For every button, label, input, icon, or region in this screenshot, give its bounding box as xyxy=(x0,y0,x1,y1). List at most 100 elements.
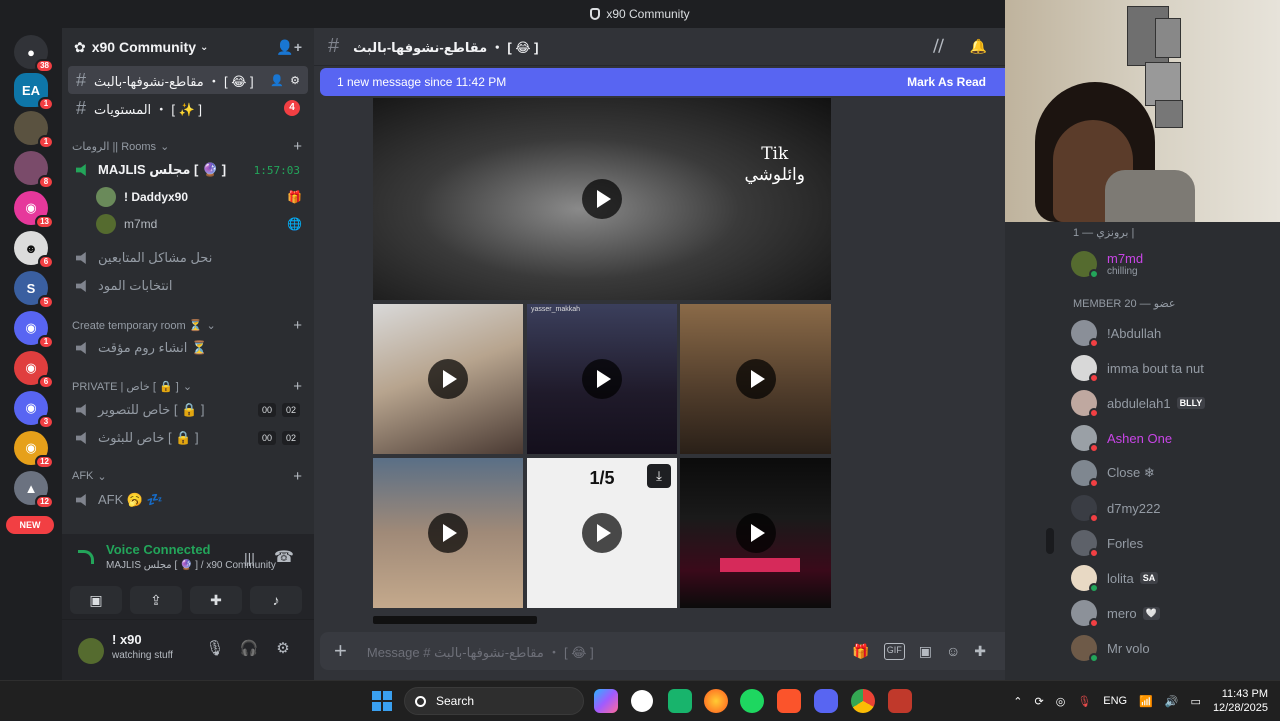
voice-channel-majlis[interactable]: MAJLIS مجلس [ 🔮 ] 1:57:03 xyxy=(68,156,308,184)
video-attachment[interactable]: yasser_makkah xyxy=(527,304,677,454)
voice-channel-support[interactable]: نحل مشاكل المتابعين xyxy=(68,244,308,272)
battery-icon[interactable]: ▭ xyxy=(1191,695,1201,708)
volume-icon[interactable]: 🔊 xyxy=(1165,695,1179,708)
member-item[interactable]: abdulelah1 BLLY xyxy=(1071,387,1271,419)
server-icon[interactable]: ☻ 6 xyxy=(14,231,54,269)
member-item[interactable]: imma bout ta nut xyxy=(1071,352,1271,384)
server-icon[interactable]: S5 xyxy=(14,271,54,309)
chrome-icon[interactable] xyxy=(851,689,875,713)
gift-icon[interactable]: 🎁 xyxy=(852,643,869,660)
create-channel-icon[interactable]: + xyxy=(293,138,302,155)
headphones-icon[interactable]: 🎧 xyxy=(238,638,260,660)
chevron-up-icon[interactable]: ⌃ xyxy=(1013,695,1022,708)
voice-channel-afk[interactable]: AFK 🥱 💤 xyxy=(68,486,308,514)
soundboard-button[interactable]: ♪ xyxy=(250,586,302,614)
obs-icon[interactable] xyxy=(631,690,653,712)
member-item[interactable]: lolita SA xyxy=(1071,562,1271,594)
server-icon[interactable]: ▲ 12 xyxy=(14,471,54,509)
screen-share-button[interactable]: ⇪ xyxy=(130,586,182,614)
video-attachment[interactable]: Tik وائلوشي xyxy=(373,98,831,300)
camera-off-button[interactable]: ▣ xyxy=(70,586,122,614)
chat-scrollbar[interactable] xyxy=(1046,528,1054,554)
message-composer[interactable]: + Message # مقاطع-نشوفها-بالبث ・ [ 😂 ] 🎁… xyxy=(320,632,1005,670)
play-button[interactable] xyxy=(735,513,776,553)
play-button[interactable] xyxy=(582,179,622,219)
app-icon[interactable] xyxy=(888,689,912,713)
member-item[interactable]: d7my222 xyxy=(1071,492,1271,524)
user-status[interactable]: watching stuff xyxy=(112,650,173,661)
server-header[interactable]: ✿ x90 Community ⌄ 👤+ xyxy=(62,28,314,66)
new-messages-bar[interactable]: 1 new message since 11:42 PM Mark As Rea… xyxy=(320,68,1005,96)
disconnect-icon[interactable]: ☎ xyxy=(274,547,294,567)
channel-item-levels[interactable]: # المستويات ・ [ ✨ ] 4 xyxy=(68,94,308,122)
server-icon[interactable]: ◉ 3 xyxy=(14,391,54,429)
clock[interactable]: 11:43 PM 12/28/2025 xyxy=(1213,687,1268,715)
direct-messages-button[interactable]: ● 38 xyxy=(14,35,54,73)
gif-icon[interactable]: GIF xyxy=(883,642,905,660)
server-icon[interactable]: 1 xyxy=(14,111,54,149)
microphone-icon[interactable]: 🎙 xyxy=(1077,695,1091,708)
video-attachment[interactable] xyxy=(680,304,831,454)
member-item[interactable]: Ashen One xyxy=(1071,422,1271,454)
play-button[interactable] xyxy=(582,359,622,399)
member-item[interactable]: !Abdullah xyxy=(1071,317,1271,349)
video-attachment[interactable]: 1/5 ⤓ xyxy=(527,458,677,608)
play-button[interactable] xyxy=(582,513,622,553)
start-button[interactable] xyxy=(372,691,392,711)
member-item[interactable]: Close ❄ xyxy=(1071,457,1271,489)
create-channel-icon[interactable]: + xyxy=(293,378,302,395)
message-input[interactable]: Message # مقاطع-نشوفها-بالبث ・ [ 😂 ] xyxy=(367,642,594,661)
server-icon[interactable]: ◉ 12 xyxy=(14,431,54,469)
download-icon[interactable]: ⤓ xyxy=(647,464,671,488)
category-rooms[interactable]: الرومات || Rooms ⌄ + xyxy=(72,138,302,155)
play-button[interactable] xyxy=(735,359,776,399)
member-item[interactable]: Forles xyxy=(1071,527,1271,559)
create-channel-icon[interactable]: + xyxy=(293,468,302,485)
server-icon[interactable]: ◉ 6 xyxy=(14,351,54,389)
user-name[interactable]: ! x90 xyxy=(112,632,142,647)
voice-status[interactable]: Voice Connected xyxy=(106,542,211,557)
language-indicator[interactable]: ENG xyxy=(1103,695,1127,707)
steam-icon[interactable]: ◎ xyxy=(1056,695,1066,708)
create-channel-icon[interactable]: + xyxy=(293,317,302,334)
category-temporary[interactable]: Create temporary room ⏳ ⌄ + xyxy=(72,317,302,334)
voice-channel-private-stream[interactable]: خاص للبثوث [ 🔒 ] 00 02 xyxy=(68,424,308,452)
activities-button[interactable]: ✚ xyxy=(190,586,242,614)
server-icon[interactable]: 8 xyxy=(14,151,54,189)
voice-channel-create-temp[interactable]: انشاء روم مؤقت ⏳ xyxy=(68,334,308,362)
channel-item-clips[interactable]: # مقاطع-نشوفها-بالبث ・ [ 😂 ] 👤 ⚙ xyxy=(68,66,308,94)
member-item[interactable]: mero 🤍 xyxy=(1071,597,1271,629)
mark-as-read-button[interactable]: Mark As Read xyxy=(907,75,986,89)
microphone-icon[interactable]: 🎙 xyxy=(204,638,226,660)
threads-icon[interactable]: ⧸⧸ xyxy=(933,38,943,55)
taskbar-search[interactable]: Search xyxy=(404,687,584,715)
server-icon[interactable]: EA 1 xyxy=(14,73,54,111)
gear-icon[interactable]: ⚙ xyxy=(272,638,294,660)
play-button[interactable] xyxy=(428,359,468,399)
play-button[interactable] xyxy=(428,513,468,553)
app-icon[interactable] xyxy=(668,689,692,713)
discord-icon[interactable] xyxy=(814,689,838,713)
voice-channel-private-record[interactable]: خاص للتصوير [ 🔒 ] 00 02 xyxy=(68,396,308,424)
copilot-icon[interactable] xyxy=(594,689,618,713)
sync-icon[interactable]: ⟳ xyxy=(1034,695,1043,708)
invite-people-icon[interactable]: 👤+ xyxy=(276,39,302,56)
attach-plus-icon[interactable]: + xyxy=(334,638,347,664)
spotify-icon[interactable] xyxy=(740,689,764,713)
avatar[interactable] xyxy=(78,638,104,664)
category-private[interactable]: PRIVATE | خاص [ 🔒 ] ⌄ + xyxy=(72,378,302,395)
firefox-icon[interactable] xyxy=(704,689,728,713)
video-attachment[interactable] xyxy=(373,304,523,454)
wifi-icon[interactable]: 📶 xyxy=(1139,695,1153,708)
brave-icon[interactable] xyxy=(777,689,801,713)
apps-icon[interactable]: ✚ xyxy=(974,643,986,660)
noise-suppression-icon[interactable]: ||| xyxy=(244,550,255,566)
server-icon[interactable]: ◉ 13 xyxy=(14,191,54,229)
server-icon[interactable]: ◉ 1 xyxy=(14,311,54,349)
add-member-icon[interactable]: 👤 xyxy=(270,74,284,87)
signal-icon[interactable] xyxy=(78,550,94,564)
member-item[interactable]: Mr volo xyxy=(1071,632,1271,664)
voice-user[interactable]: m7md 🌐 xyxy=(96,212,302,236)
video-attachment[interactable] xyxy=(680,458,831,608)
member-item[interactable]: m7md chilling xyxy=(1071,246,1271,282)
